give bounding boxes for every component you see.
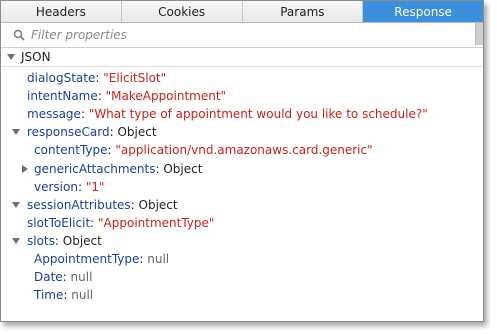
- expand-toggle-icon[interactable]: [11, 236, 21, 246]
- property-key: message: [27, 107, 81, 122]
- property-value: "application/vnd.amazonaws.card.generic": [115, 143, 373, 158]
- json-section-header[interactable]: JSON: [1, 48, 483, 67]
- property-value: "1": [85, 179, 105, 194]
- json-tree: dialogState: "ElicitSlot" intentName: "M…: [1, 67, 483, 304]
- property-key: sessionAttributes: [27, 197, 131, 212]
- filter-bar: [1, 23, 483, 48]
- property-value: null: [70, 270, 93, 285]
- tree-row-dialogstate[interactable]: dialogState: "ElicitSlot": [1, 69, 483, 87]
- tab-bar: Headers Cookies Params Response: [1, 1, 483, 23]
- property-key: AppointmentType: [34, 251, 140, 266]
- collapse-triangle-icon: [7, 54, 15, 60]
- property-value: Object: [163, 161, 203, 176]
- property-key: Date: [34, 270, 63, 285]
- property-key: dialogState: [27, 71, 96, 86]
- tree-row-time[interactable]: Time: null: [1, 286, 483, 304]
- tab-response[interactable]: Response: [363, 1, 483, 22]
- tree-row-genericattachments[interactable]: genericAttachments: Object: [1, 159, 483, 177]
- property-value: "What type of appointment would you like…: [88, 107, 428, 122]
- tab-params[interactable]: Params: [242, 1, 364, 22]
- expand-toggle-icon[interactable]: [11, 200, 21, 210]
- scrollbar-thumb[interactable]: [475, 23, 483, 45]
- tree-row-slots[interactable]: slots: Object: [1, 232, 483, 250]
- property-value: null: [147, 251, 170, 266]
- tree-row-appointmenttype[interactable]: AppointmentType: null: [1, 250, 483, 268]
- tree-row-version[interactable]: version: "1": [1, 178, 483, 196]
- tab-headers[interactable]: Headers: [1, 1, 122, 22]
- property-key: intentName: [27, 89, 98, 104]
- property-value: "ElicitSlot": [103, 71, 167, 86]
- filter-properties-input[interactable]: [31, 28, 451, 42]
- section-label: JSON: [21, 50, 51, 64]
- property-value: Object: [62, 233, 102, 248]
- tree-row-contenttype[interactable]: contentType: "application/vnd.amazonaws.…: [1, 141, 483, 159]
- expand-toggle-icon[interactable]: [11, 127, 21, 137]
- tree-row-date[interactable]: Date: null: [1, 268, 483, 286]
- property-key: slotToElicit: [27, 215, 91, 230]
- tree-row-sessionattributes[interactable]: sessionAttributes: Object: [1, 196, 483, 214]
- tab-cookies[interactable]: Cookies: [121, 1, 243, 22]
- property-value: Object: [117, 125, 157, 140]
- property-value: "MakeAppointment": [105, 89, 227, 104]
- response-panel: Headers Cookies Params Response JSON dia…: [0, 0, 484, 322]
- tree-row-intentname[interactable]: intentName: "MakeAppointment": [1, 87, 483, 105]
- property-value: null: [71, 288, 94, 303]
- tree-row-message[interactable]: message: "What type of appointment would…: [1, 105, 483, 123]
- property-key: genericAttachments: [34, 161, 156, 176]
- search-icon: [13, 29, 25, 41]
- property-key: slots: [27, 233, 55, 248]
- tree-row-slottoelicit[interactable]: slotToElicit: "AppointmentType": [1, 214, 483, 232]
- expand-toggle-icon[interactable]: [20, 164, 30, 174]
- property-key: contentType: [34, 143, 108, 158]
- property-key: Time: [34, 288, 64, 303]
- property-value: Object: [138, 197, 178, 212]
- property-key: responseCard: [27, 125, 110, 140]
- tree-row-responsecard[interactable]: responseCard: Object: [1, 123, 483, 141]
- property-value: "AppointmentType": [98, 215, 215, 230]
- property-key: version: [34, 179, 78, 194]
